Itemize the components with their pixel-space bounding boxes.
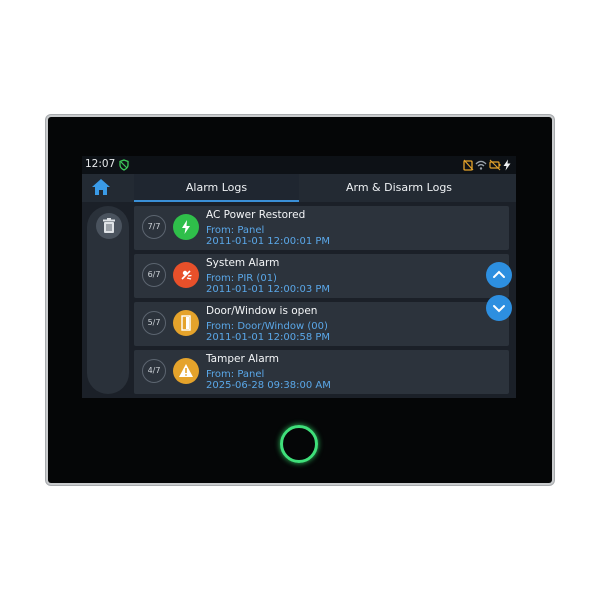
chevron-up-icon: [493, 270, 505, 278]
log-row[interactable]: 4/7 Tamper Alarm From: Panel 2025-06-28 …: [134, 350, 509, 394]
warning-icon: [179, 364, 193, 377]
log-title: Door/Window is open: [206, 305, 318, 317]
side-rail: [87, 206, 129, 394]
log-timestamp: 2011-01-01 12:00:03 PM: [206, 284, 331, 295]
battery-icon: [489, 159, 501, 171]
status-bar: 12:07: [82, 156, 516, 174]
ac-power-icon: [503, 159, 511, 171]
log-index: 5/7: [142, 311, 166, 335]
home-icon[interactable]: [90, 177, 112, 197]
scroll-down-button[interactable]: [486, 295, 512, 321]
log-timestamp: 2011-01-01 12:00:58 PM: [206, 332, 331, 343]
touch-screen: 12:07 Alarm Logs Arm & Disarm Logs 7/7 A…: [82, 156, 516, 398]
log-source: From: Door/Window (00): [206, 321, 328, 332]
trash-icon: [103, 218, 115, 233]
shield-ok-icon: [119, 159, 129, 171]
log-source: From: Panel: [206, 225, 265, 236]
log-index: 4/7: [142, 359, 166, 383]
log-source: From: PIR (01): [206, 273, 277, 284]
tab-alarm-logs[interactable]: Alarm Logs: [134, 174, 299, 202]
tab-label: Arm & Disarm Logs: [345, 181, 453, 194]
log-type-badge: [173, 214, 199, 240]
scroll-up-button[interactable]: [486, 262, 512, 288]
bolt-icon: [182, 220, 190, 234]
log-type-badge: [173, 310, 199, 336]
log-index: 6/7: [142, 263, 166, 287]
log-row[interactable]: 7/7 AC Power Restored From: Panel 2011-0…: [134, 206, 509, 250]
log-timestamp: 2011-01-01 12:00:01 PM: [206, 236, 331, 247]
log-row[interactable]: 6/7 System Alarm From: PIR (01) 2011-01-…: [134, 254, 509, 298]
log-title: System Alarm: [206, 257, 280, 269]
tamper-icon: [463, 159, 474, 171]
log-type-badge: [173, 358, 199, 384]
alarm-icon: [181, 270, 192, 280]
log-title: Tamper Alarm: [206, 353, 280, 365]
tab-arm-disarm-logs[interactable]: Arm & Disarm Logs: [299, 174, 499, 202]
log-row[interactable]: 5/7 Door/Window is open From: Door/Windo…: [134, 302, 509, 346]
home-ring-button[interactable]: [280, 425, 318, 463]
tab-label: Alarm Logs: [185, 181, 248, 194]
log-title: AC Power Restored: [206, 209, 306, 221]
chevron-down-icon: [493, 305, 505, 313]
log-source: From: Panel: [206, 369, 265, 380]
tab-bar: Alarm Logs Arm & Disarm Logs: [82, 174, 516, 202]
clock: 12:07: [85, 158, 116, 170]
door-icon: [181, 315, 191, 331]
log-type-badge: [173, 262, 199, 288]
log-timestamp: 2025-06-28 09:38:00 AM: [206, 380, 331, 391]
delete-button[interactable]: [96, 213, 122, 239]
log-index: 7/7: [142, 215, 166, 239]
wifi-icon: [475, 160, 487, 170]
